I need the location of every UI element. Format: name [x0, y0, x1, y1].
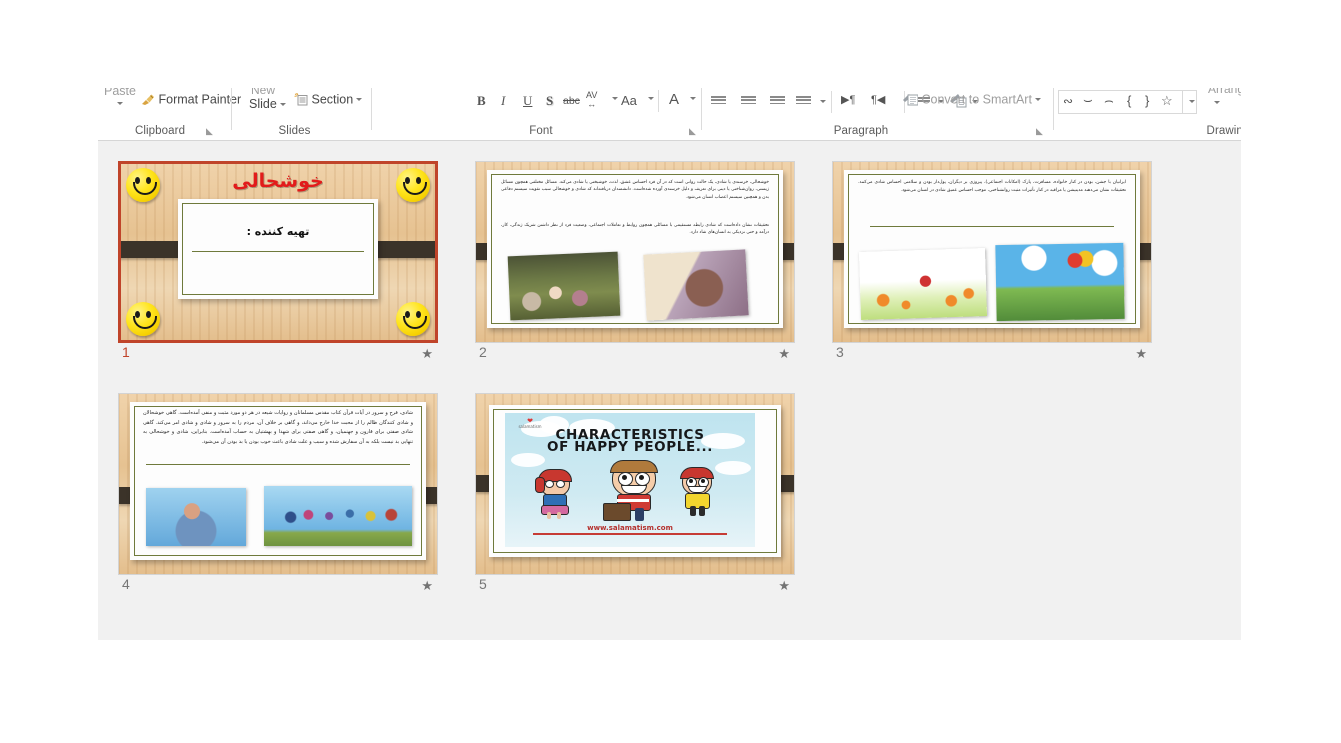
ribbon-group-slides: New Slide Section Slides: [241, 88, 363, 141]
italic-button[interactable]: I: [501, 93, 505, 109]
ribbon-group-paragraph: ▶¶ ¶◀ Convert to SmartArt Paragraph ◣: [711, 88, 1043, 141]
slide-number-2: 2: [479, 344, 487, 360]
animation-star-icon[interactable]: ★: [421, 579, 433, 592]
clipboard-dialog-launcher[interactable]: ◣: [206, 126, 213, 137]
paste-dropdown-caret-icon[interactable]: [117, 102, 123, 105]
arc-icon[interactable]: ⌢: [1104, 92, 1114, 109]
section-icon: [294, 93, 308, 106]
slide-thumbnail-2[interactable]: خوشحالی، خرسندی یا شادی، یک حالت روانی ا…: [475, 161, 795, 360]
bold-button[interactable]: B: [477, 93, 486, 109]
star-shape-icon[interactable]: ☆: [1161, 93, 1173, 109]
smartart-caret-icon[interactable]: [1034, 98, 1041, 102]
ribbon-group-label-slides: Slides: [278, 125, 311, 137]
numbering-icon[interactable]: [741, 96, 756, 107]
shapes-gallery[interactable]: ∾ ⌣ ⌢ { } ☆: [1058, 90, 1183, 114]
font-color-button[interactable]: A: [669, 91, 679, 108]
animation-star-icon[interactable]: ★: [1135, 347, 1147, 360]
ribbon-group-clipboard: Paste Format Painter Clipboard ◣: [98, 88, 241, 141]
line-spacing-caret-icon[interactable]: [820, 100, 826, 103]
change-case-button[interactable]: Aa: [621, 93, 637, 108]
ribbon: Paste Format Painter Clipboard ◣ New Sli…: [98, 88, 1241, 141]
character-spacing-caret-icon[interactable]: [612, 97, 618, 100]
slide-number-1: 1: [122, 344, 130, 360]
ribbon-group-label-clipboard: Clipboard: [134, 125, 186, 137]
slide-thumbnail-4[interactable]: شادی، فرح و سرور در آیات قرآن کتاب مقدس …: [118, 393, 438, 592]
slide-number-3: 3: [836, 344, 844, 360]
ribbon-group-label-paragraph: Paragraph: [833, 125, 889, 137]
font-dialog-launcher[interactable]: ◣: [689, 126, 696, 137]
slide-sorter-pane[interactable]: خوشحالی تهیه کننده : 1 ★ خوشحالی، خرسندی…: [98, 141, 1241, 640]
curve-icon[interactable]: ⌣: [1083, 92, 1093, 109]
new-slide-label: Slide: [249, 97, 277, 111]
ribbon-group-label-drawing: Drawing: [1206, 125, 1241, 137]
arrange-caret-icon[interactable]: [1214, 101, 1220, 104]
scribble-icon[interactable]: ∾: [1063, 94, 1073, 108]
arrange-button[interactable]: Arrange: [1208, 88, 1241, 96]
new-slide-button[interactable]: New: [251, 88, 275, 97]
convert-to-smartart-button[interactable]: Convert to SmartArt: [903, 92, 1041, 107]
font-color-caret-icon[interactable]: [690, 97, 696, 100]
animation-star-icon[interactable]: ★: [421, 347, 433, 360]
underline-button[interactable]: U: [523, 93, 532, 109]
right-brace-icon[interactable]: }: [1145, 93, 1149, 108]
paste-button[interactable]: Paste: [104, 88, 136, 98]
convert-to-smartart-label: Convert to SmartArt: [921, 92, 1032, 107]
section-label: Section: [311, 92, 354, 107]
character-spacing-button[interactable]: AV ↔: [586, 91, 597, 109]
paintbrush-icon: [141, 94, 155, 106]
text-shadow-button[interactable]: S: [546, 93, 553, 109]
slide-number-5: 5: [479, 576, 487, 592]
animation-star-icon[interactable]: ★: [778, 347, 790, 360]
slide-thumbnail-3[interactable]: ایرانیان با جشن، بودن در کنار خانواده، م…: [832, 161, 1152, 360]
format-painter-button[interactable]: Format Painter: [141, 92, 241, 107]
strikethrough-button[interactable]: abc: [563, 95, 580, 107]
change-case-caret-icon[interactable]: [648, 97, 654, 100]
text-direction-rtl-icon[interactable]: ▶¶: [841, 93, 855, 106]
new-slide-button-label2[interactable]: Slide: [249, 97, 286, 111]
text-direction-ltr-icon[interactable]: ¶◀: [871, 93, 885, 106]
left-brace-icon[interactable]: {: [1127, 93, 1131, 108]
section-caret-icon[interactable]: [356, 98, 363, 102]
shapes-more-icon[interactable]: [1183, 90, 1197, 114]
format-painter-label: Format Painter: [158, 92, 242, 107]
animation-star-icon[interactable]: ★: [778, 579, 790, 592]
bullets-icon[interactable]: [711, 96, 726, 107]
ribbon-group-font: B I U S abc AV ↔ Aa A Font ◣: [381, 88, 696, 141]
ribbon-group-drawing: ∾ ⌣ ⌢ { } ☆ Arrange Quick Styles Shape F: [1058, 88, 1241, 141]
section-button[interactable]: Section: [294, 92, 363, 107]
slide-thumbnail-1[interactable]: خوشحالی تهیه کننده : 1 ★: [118, 161, 438, 360]
line-spacing-icon[interactable]: [796, 96, 811, 107]
paragraph-dialog-launcher[interactable]: ◣: [1036, 126, 1043, 137]
ribbon-group-label-font: Font: [529, 125, 553, 137]
slide-thumbnail-5[interactable]: ❤ salamatism CHARACTERISTICS OF HAPPY PE…: [475, 393, 795, 592]
slide-number-4: 4: [122, 576, 130, 592]
powerpoint-window: Paste Format Painter Clipboard ◣ New Sli…: [0, 0, 1341, 743]
decrease-indent-icon[interactable]: [770, 96, 785, 107]
smartart-icon: [903, 93, 919, 106]
new-slide-caret-icon[interactable]: [279, 103, 286, 107]
